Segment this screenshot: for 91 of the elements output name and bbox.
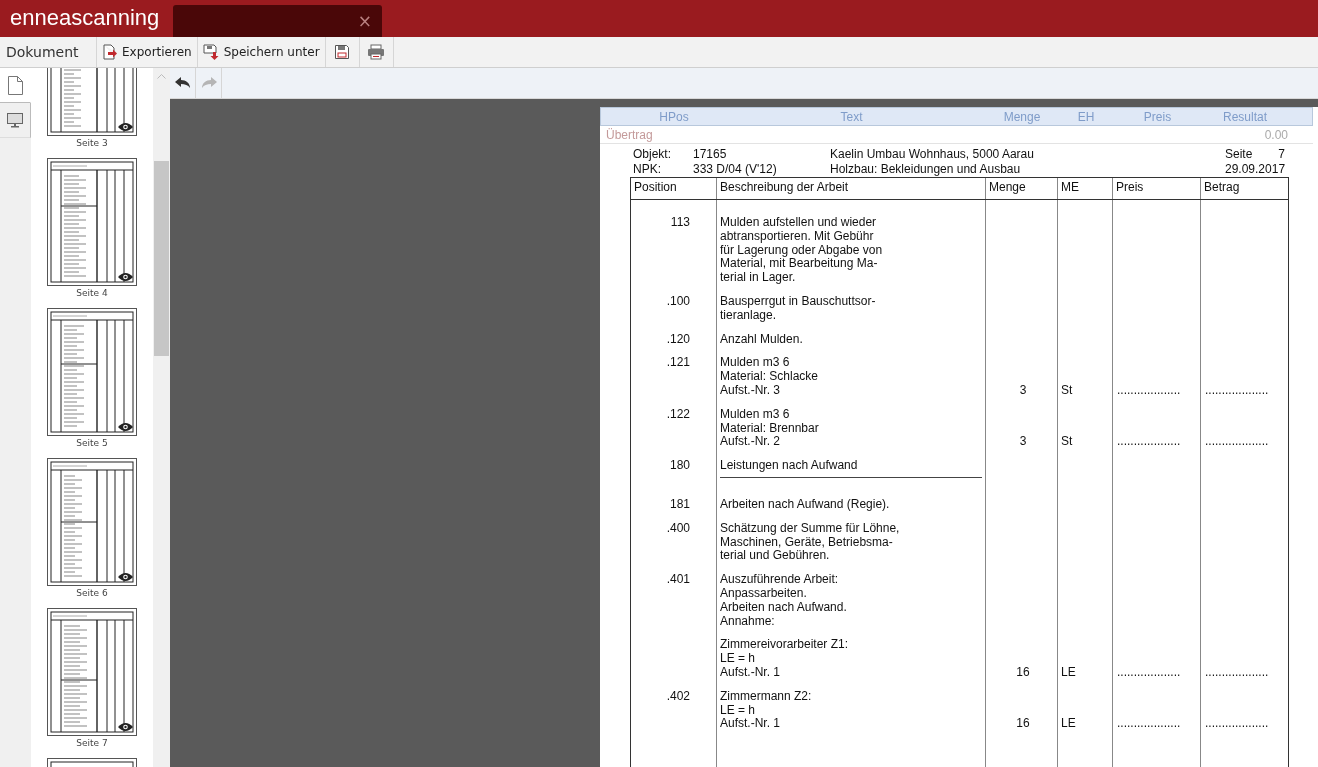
column-header: Preis xyxy=(1142,109,1173,124)
header-value: 17165 xyxy=(693,147,728,162)
page-thumbnail[interactable] xyxy=(47,158,137,286)
scroll-thumb[interactable] xyxy=(154,161,169,356)
eye-icon[interactable] xyxy=(118,272,133,282)
description-text: Zimmermann Z2: LE = h Aufst.-Nr. 1 xyxy=(720,689,813,732)
price-blank: ................... xyxy=(1116,435,1182,450)
price-blank: ................... xyxy=(1116,665,1182,680)
unit: LE xyxy=(1061,665,1077,680)
header-title: Holzbau: Bekleidungen und Ausbau xyxy=(830,162,1022,177)
description-text: Bausperrgut in Bauschuttsor- tieranlage. xyxy=(720,295,877,323)
position-number: .121 xyxy=(666,356,690,371)
column-header: EH xyxy=(1076,109,1096,124)
date-text: 29.09.2017 xyxy=(1225,162,1286,177)
unit: St xyxy=(1061,383,1074,398)
eye-icon[interactable] xyxy=(118,122,133,132)
page-thumbnail[interactable] xyxy=(47,308,137,436)
column-header: Betrag xyxy=(1201,178,1289,199)
screen-tab[interactable] xyxy=(0,103,31,138)
amount-blank: ................... xyxy=(1204,383,1270,398)
undo-icon xyxy=(174,77,191,89)
position-number: .400 xyxy=(666,521,690,536)
position-number: .120 xyxy=(666,332,690,347)
carry-over-label: Übertrag xyxy=(606,127,653,142)
price-blank: ................... xyxy=(1116,383,1182,398)
document-tab[interactable]: × xyxy=(173,5,382,37)
header-label: NPK: xyxy=(632,162,662,177)
monitor-icon xyxy=(7,112,23,128)
page-caption: Seite xyxy=(1225,147,1253,162)
export-button[interactable]: Exportieren xyxy=(97,37,198,67)
printer-icon xyxy=(367,44,386,60)
unit: St xyxy=(1061,435,1074,450)
description-text: Leistungen nach Aufwand xyxy=(720,459,859,473)
page-thumbnail[interactable] xyxy=(47,608,137,736)
column-header: Text xyxy=(839,109,864,124)
amount-blank: ................... xyxy=(1204,435,1270,450)
document-menu[interactable]: Dokument xyxy=(0,37,97,67)
position-number: 180 xyxy=(669,459,690,473)
position-number: 113 xyxy=(670,216,690,230)
position-number: .401 xyxy=(666,573,690,587)
redo-icon xyxy=(200,77,217,89)
description-text: Anzahl Mulden. xyxy=(720,332,804,347)
amount-blank: ................... xyxy=(1204,717,1270,732)
quantity: 3 xyxy=(1019,383,1027,398)
close-button[interactable]: × xyxy=(347,11,382,31)
export-icon xyxy=(102,44,118,60)
column-header: Resultat xyxy=(1222,109,1268,124)
page-label: Seite 6 xyxy=(76,588,108,598)
save-as-button[interactable]: Speichern unter xyxy=(197,37,326,67)
save-as-icon xyxy=(202,44,220,60)
carry-over-value: 0.00 xyxy=(1264,127,1288,142)
page-label: Seite 7 xyxy=(76,738,108,748)
position-number: .402 xyxy=(666,689,690,704)
price-blank: ................... xyxy=(1116,717,1182,732)
position-number: .100 xyxy=(666,295,690,309)
quantity: 16 xyxy=(1016,717,1030,732)
column-header: ME xyxy=(1058,178,1113,199)
description-text: Arbeiten nach Aufwand (Regie). xyxy=(720,497,891,512)
column-header: Position xyxy=(631,178,717,199)
column-header: Beschreibung der Arbeit xyxy=(717,178,986,199)
header-value: 333 D/04 (V'12) xyxy=(693,162,778,177)
page-number: 7 xyxy=(1278,147,1285,162)
quantity: 16 xyxy=(1016,665,1030,680)
description-text: Mulden m3 6 Material: Schlacke Aufst.-Nr. 3 xyxy=(720,356,820,398)
eye-icon[interactable] xyxy=(118,572,133,582)
description-text: Mulden aufstellen und wieder abtransportieren. Mit Gebühr für Lagerung oder Abgabe von Material, mit Bearbeitung Ma- terial in Lager. xyxy=(720,216,884,285)
page-label: Seite 5 xyxy=(76,438,108,448)
page-label: Seite 4 xyxy=(76,288,108,298)
column-header: HPos xyxy=(658,109,690,124)
eye-icon[interactable] xyxy=(118,722,133,732)
column-header: Preis xyxy=(1113,178,1201,199)
pages-tab[interactable] xyxy=(0,68,31,103)
eye-icon[interactable] xyxy=(118,422,133,432)
scrollbar[interactable] xyxy=(153,68,170,767)
page-thumbnail[interactable] xyxy=(47,458,137,586)
page-icon xyxy=(7,75,23,95)
column-header: Menge xyxy=(1002,109,1042,124)
description-text: Schätzung der Summe für Löhne, Maschinen, Geräte, Betriebsma- terial und Gebühren. xyxy=(720,521,901,564)
description-text: Zimmereivorarbeiter Z1: LE = h Aufst.-Nr. 1 xyxy=(720,638,850,680)
quantity: 3 xyxy=(1019,435,1027,450)
unit: LE xyxy=(1061,717,1077,732)
header-title: Kaelin Umbau Wohnhaus, 5000 Aarau xyxy=(830,147,1035,162)
amount-blank: ................... xyxy=(1204,665,1270,680)
description-text: Mulden m3 6 Material: Brennbar Aufst.-Nr. 2 xyxy=(720,407,820,450)
position-number: 181 xyxy=(669,497,690,512)
page-label: Seite 3 xyxy=(76,138,108,148)
app-title: enneascanning xyxy=(9,5,161,32)
position-number: .122 xyxy=(666,407,690,422)
header-label: Objekt: xyxy=(632,147,672,162)
column-header: Menge xyxy=(986,178,1058,199)
description-text: Auszuführende Arbeit: Anpassarbeiten. Arbeiten nach Aufwand. Annahme: xyxy=(720,573,848,629)
